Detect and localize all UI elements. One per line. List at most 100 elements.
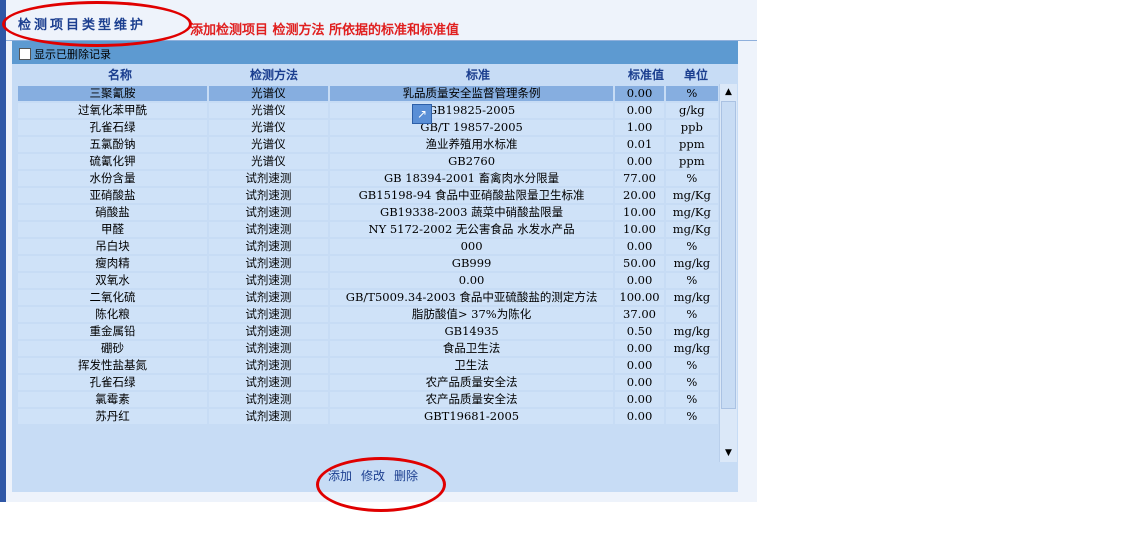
cell-unit[interactable]: mg/Kg (665, 188, 718, 203)
cell-method[interactable]: 光谱仪 (209, 137, 328, 152)
cell-method[interactable]: 试剂速测 (209, 392, 328, 407)
cell-standard-value[interactable]: 0.00 (615, 86, 664, 101)
cell-standard[interactable]: GBT19681-2005 (329, 409, 614, 424)
cell-standard[interactable]: GB999 (329, 256, 614, 271)
cell-standard[interactable]: NY 5172-2002 无公害食品 水发水产品 (329, 222, 614, 237)
cell-unit[interactable]: % (665, 358, 718, 373)
cell-method[interactable]: 试剂速测 (209, 341, 328, 356)
cell-standard-value[interactable]: 0.00 (615, 103, 664, 118)
table-row[interactable]: 孔雀石绿 光谱仪 GB/T 19857-2005 1.00 ppb (18, 120, 718, 135)
cell-name[interactable]: 双氧水 (18, 273, 208, 288)
cell-name[interactable]: 二氧化硫 (18, 290, 208, 305)
table-row[interactable]: 亚硝酸盐 试剂速测 GB15198-94 食品中亚硝酸盐限量卫生标准 20.00 mg/… (18, 188, 718, 203)
cell-method[interactable]: 试剂速测 (209, 171, 328, 186)
cell-name[interactable]: 五氯酚钠 (18, 137, 208, 152)
cell-standard[interactable]: 渔业养殖用水标准 (329, 137, 614, 152)
cell-standard-value[interactable]: 77.00 (615, 171, 664, 186)
cell-standard[interactable]: GB/T5009.34-2003 食品中亚硫酸盐的测定方法 (329, 290, 614, 305)
cell-standard[interactable]: GB2760 (329, 154, 614, 169)
cell-name[interactable]: 水份含量 (18, 171, 208, 186)
cell-method[interactable]: 光谱仪 (209, 86, 328, 101)
cell-unit[interactable]: % (665, 86, 718, 101)
cell-name[interactable]: 亚硝酸盐 (18, 188, 208, 203)
cell-standard[interactable]: GB14935 (329, 324, 614, 339)
cell-unit[interactable]: mg/Kg (665, 222, 718, 237)
cell-standard[interactable]: GB15198-94 食品中亚硝酸盐限量卫生标准 (329, 188, 614, 203)
cell-standard[interactable]: 卫生法 (329, 358, 614, 373)
cell-standard[interactable]: 脂肪酸值> 37%为陈化 (329, 307, 614, 322)
cell-standard-value[interactable]: 0.01 (615, 137, 664, 152)
cell-method[interactable]: 试剂速测 (209, 273, 328, 288)
cell-standard-value[interactable]: 0.00 (615, 273, 664, 288)
cell-method[interactable]: 试剂速测 (209, 205, 328, 220)
cell-method[interactable]: 试剂速测 (209, 222, 328, 237)
cell-unit[interactable]: % (665, 273, 718, 288)
cell-method[interactable]: 试剂速测 (209, 256, 328, 271)
cell-standard[interactable]: 农产品质量安全法 (329, 375, 614, 390)
table-row[interactable]: 三聚氰胺 光谱仪 乳品质量安全监督管理条例 0.00% (18, 86, 718, 101)
cell-unit[interactable]: ppm (665, 154, 718, 169)
cell-method[interactable]: 试剂速测 (209, 358, 328, 373)
table-row[interactable]: 双氧水 试剂速测 0.00 0.00% (18, 273, 718, 288)
col-header-name[interactable]: 名称 (108, 66, 132, 83)
cell-unit[interactable]: mg/kg (665, 290, 718, 305)
cell-standard[interactable]: 000 (329, 239, 614, 254)
table-row[interactable]: 五氯酚钠 光谱仪 渔业养殖用水标准 0.01 ppm (18, 137, 718, 152)
cell-standard[interactable]: GB/T 19857-2005 (329, 120, 614, 135)
cell-method[interactable]: 试剂速测 (209, 324, 328, 339)
cell-standard-value[interactable]: 10.00 (615, 222, 664, 237)
col-header-unit[interactable]: 单位 (684, 66, 708, 83)
cell-standard-value[interactable]: 0.00 (615, 239, 664, 254)
cell-standard-value[interactable]: 0.50 (615, 324, 664, 339)
cell-unit[interactable]: % (665, 239, 718, 254)
cell-unit[interactable]: mg/kg (665, 324, 718, 339)
cell-standard-value[interactable]: 0.00 (615, 358, 664, 373)
cell-standard-value[interactable]: 20.00 (615, 188, 664, 203)
cell-unit[interactable]: % (665, 375, 718, 390)
cell-standard-value[interactable]: 0.00 (615, 341, 664, 356)
cell-standard[interactable]: 农产品质量安全法 (329, 392, 614, 407)
cell-standard[interactable]: GB 18394-2001 畜禽肉水分限量 (329, 171, 614, 186)
cell-unit[interactable]: % (665, 392, 718, 407)
cell-name[interactable]: 吊白块 (18, 239, 208, 254)
cell-standard-value[interactable]: 50.00 (615, 256, 664, 271)
cell-standard[interactable]: GB19825-2005 (329, 103, 614, 118)
cell-name[interactable]: 过氧化苯甲酰 (18, 103, 208, 118)
cell-name[interactable]: 硝酸盐 (18, 205, 208, 220)
cell-name[interactable]: 重金属铅 (18, 324, 208, 339)
vertical-scrollbar[interactable]: ▲ ▼ (719, 84, 737, 462)
col-header-method[interactable]: 检测方法 (250, 66, 298, 83)
table-row[interactable]: 挥发性盐基氮 试剂速测 卫生法 0.00% (18, 358, 718, 373)
table-row[interactable]: 氯霉素 试剂速测 农产品质量安全法 0.00% (18, 392, 718, 407)
cell-standard-value[interactable]: 0.00 (615, 154, 664, 169)
scroll-thumb[interactable] (721, 101, 736, 409)
cell-unit[interactable]: % (665, 171, 718, 186)
scroll-down-arrow-icon[interactable]: ▼ (720, 445, 737, 462)
cell-unit[interactable]: ppb (665, 120, 718, 135)
cell-standard-value[interactable]: 37.00 (615, 307, 664, 322)
cell-name[interactable]: 孔雀石绿 (18, 375, 208, 390)
cell-unit[interactable]: mg/Kg (665, 205, 718, 220)
table-row[interactable]: 甲醛 试剂速测 NY 5172-2002 无公害食品 水发水产品 10.00 mg/Kg (18, 222, 718, 237)
cell-standard-value[interactable]: 0.00 (615, 392, 664, 407)
scroll-up-arrow-icon[interactable]: ▲ (720, 84, 737, 101)
cell-method[interactable]: 试剂速测 (209, 375, 328, 390)
cell-method[interactable]: 试剂速测 (209, 188, 328, 203)
cell-unit[interactable]: % (665, 307, 718, 322)
cell-name[interactable]: 甲醛 (18, 222, 208, 237)
checkbox-box[interactable] (19, 48, 31, 60)
cell-name[interactable]: 硫氰化钾 (18, 154, 208, 169)
cell-unit[interactable]: ppm (665, 137, 718, 152)
cell-name[interactable]: 挥发性盐基氮 (18, 358, 208, 373)
cell-method[interactable]: 试剂速测 (209, 307, 328, 322)
cell-standard-value[interactable]: 100.00 (615, 290, 664, 305)
table-row[interactable]: 过氧化苯甲酰 光谱仪 GB19825-2005 0.00 g/kg (18, 103, 718, 118)
cell-standard[interactable]: 食品卫生法 (329, 341, 614, 356)
cell-method[interactable]: 光谱仪 (209, 154, 328, 169)
cell-name[interactable]: 硼砂 (18, 341, 208, 356)
cell-name[interactable]: 瘦肉精 (18, 256, 208, 271)
table-row[interactable]: 重金属铅 试剂速测 GB14935 0.50 mg/kg (18, 324, 718, 339)
cell-standard-value[interactable]: 0.00 (615, 375, 664, 390)
table-row[interactable]: 瘦肉精 试剂速测 GB999 50.00 mg/kg (18, 256, 718, 271)
col-header-standard-value[interactable]: 标准值 (628, 66, 664, 83)
